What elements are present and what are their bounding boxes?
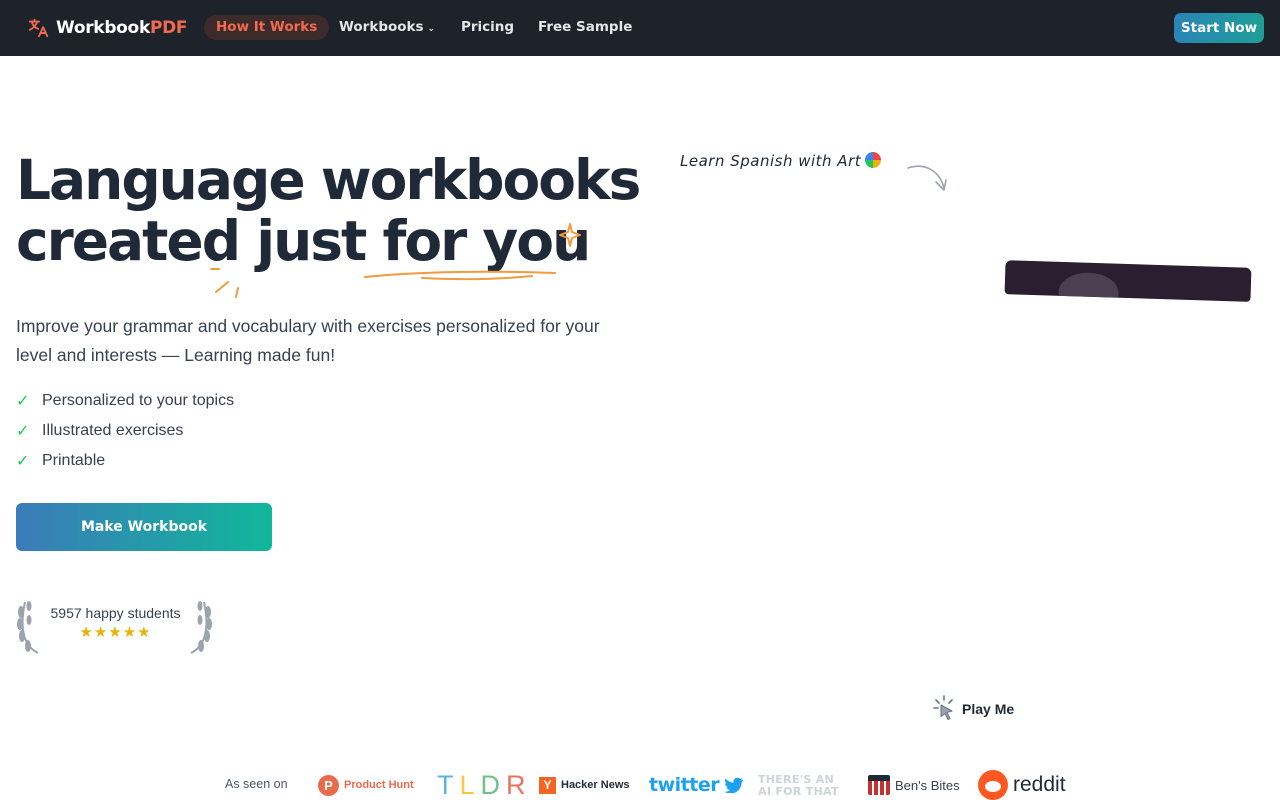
as-seen-on-label: As seen on (225, 777, 288, 791)
product-hunt-label: Product Hunt (344, 779, 414, 791)
logo-accent: PDF (149, 18, 188, 38)
press-twitter[interactable]: twitter (649, 770, 744, 800)
reddit-label: reddit (1013, 773, 1066, 796)
students-count: 5957 happy students (50, 605, 181, 621)
cursor-click-icon (933, 695, 953, 720)
feature-item: ✓ Printable (16, 446, 234, 476)
translate-icon (28, 18, 49, 38)
check-icon: ✓ (16, 423, 30, 440)
headline-line-1: Language workbooks (16, 148, 641, 212)
ai-for-that-line-1: There's an (758, 772, 835, 786)
check-icon: ✓ (16, 453, 30, 470)
feature-label: Illustrated exercises (42, 422, 184, 439)
art-annotation: Learn Spanish with Art (680, 152, 882, 170)
make-workbook-button[interactable]: Make Workbook (16, 503, 272, 551)
nav-workbooks-label: Workbooks (339, 19, 424, 35)
video-preview[interactable] (1004, 260, 1252, 302)
press-ai-for-that[interactable]: There's an AI for that (758, 770, 839, 800)
press-tldr[interactable]: TLDR (437, 770, 527, 800)
annotation-label: Learn Spanish with Art (680, 152, 862, 170)
nav-pricing[interactable]: Pricing (461, 15, 514, 40)
headline-underline-decoration (210, 223, 581, 298)
curved-arrow-icon (907, 165, 947, 191)
feature-item: ✓ Illustrated exercises (16, 416, 234, 446)
students-badge: 5957 happy students ★★★★★ (48, 605, 183, 641)
palette-icon (865, 152, 882, 168)
press-product-hunt[interactable]: P Product Hunt (318, 770, 414, 800)
laurel-left-icon (17, 601, 39, 654)
nav-workbooks[interactable]: Workbooks ⌄ (339, 15, 435, 40)
logo-text: WorkbookPDF (56, 18, 188, 38)
reddit-icon (978, 770, 1008, 800)
feature-label: Printable (42, 452, 106, 469)
nav-free-sample[interactable]: Free Sample (538, 15, 632, 40)
press-reddit[interactable]: reddit (978, 770, 1066, 800)
twitter-label: twitter (649, 774, 720, 796)
video-thumbnail-shape (1057, 271, 1120, 302)
play-me-label: Play Me (962, 701, 1015, 717)
nav-how-it-works[interactable]: How It Works (204, 15, 330, 40)
bens-bites-icon (868, 775, 890, 795)
twitter-bird-icon (724, 777, 744, 793)
tldr-letter: R (506, 769, 527, 800)
laurel-right-icon (190, 601, 212, 654)
hacker-news-label: Hacker News (561, 779, 630, 791)
logo-main: Workbook (56, 18, 150, 38)
start-now-button[interactable]: Start Now (1174, 13, 1264, 43)
play-me-button[interactable]: Play Me (932, 694, 1014, 724)
press-hacker-news[interactable]: Y Hacker News (539, 770, 630, 800)
chevron-down-icon: ⌄ (427, 24, 436, 34)
rating-stars: ★★★★★ (79, 623, 152, 641)
tldr-letter: T (437, 769, 455, 800)
feature-label: Personalized to your topics (42, 392, 235, 409)
ai-for-that-line-2: AI for that (758, 784, 839, 798)
hacker-news-icon: Y (539, 776, 556, 794)
check-icon: ✓ (16, 393, 30, 410)
hero-subtitle: Improve your grammar and vocabulary with… (16, 316, 600, 365)
tldr-letter: D (480, 769, 502, 800)
feature-list: ✓ Personalized to your topics ✓ Illustrate… (16, 386, 234, 476)
press-bens-bites[interactable]: Ben's Bites (868, 770, 960, 800)
feature-item: ✓ Personalized to your topics (16, 386, 234, 416)
tldr-letter: L (459, 769, 476, 800)
logo[interactable]: WorkbookPDF (28, 15, 188, 41)
top-nav: WorkbookPDF How It Works Workbooks ⌄ Pric… (0, 0, 1280, 56)
product-hunt-icon: P (318, 774, 339, 796)
bens-bites-label: Ben's Bites (895, 777, 960, 793)
